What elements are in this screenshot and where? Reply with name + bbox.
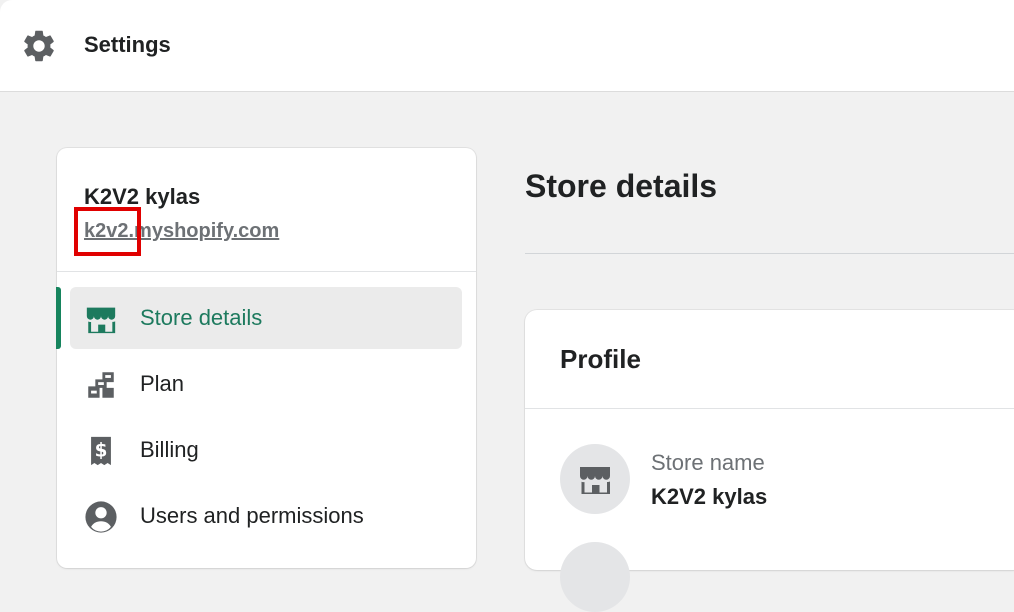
sidebar-item-label: Store details [140, 305, 263, 330]
settings-sidebar: K2V2 kylas k2v2.myshopify.com Store deta… [56, 148, 476, 568]
active-nav-indicator [56, 287, 61, 349]
sidebar-item-plan[interactable]: Plan [70, 353, 462, 415]
highlight-box [74, 207, 141, 256]
sidebar-item-billing[interactable]: $ Billing [70, 419, 462, 481]
store-name-value: K2V2 kylas [651, 484, 768, 509]
title-divider [525, 253, 1014, 254]
sidebar-item-users[interactable]: Users and permissions [70, 485, 462, 547]
store-icon [580, 467, 610, 494]
sidebar-item-label: Plan [140, 371, 185, 396]
profile-card: Profile Store name K2V2 kylas [525, 310, 1014, 612]
page-title: Store details [525, 168, 718, 204]
card-divider [525, 408, 1014, 409]
gear-icon [24, 30, 54, 62]
page-header-title: Settings [84, 32, 171, 57]
store-header: K2V2 kylas k2v2.myshopify.com [57, 148, 476, 272]
svg-text:$: $ [95, 441, 108, 462]
top-bar: Settings [0, 0, 1014, 92]
user-icon [85, 501, 117, 533]
store-icon [86, 307, 116, 334]
store-avatar [560, 444, 630, 514]
sidebar-item-label: Users and permissions [140, 503, 364, 528]
profile-card-title: Profile [560, 344, 641, 374]
store-name-label: Store name [651, 450, 765, 475]
sidebar-item-label: Billing [140, 437, 199, 462]
sidebar-item-store-details[interactable]: Store details [70, 287, 462, 349]
billing-icon: $ [91, 436, 111, 466]
plan-icon [88, 372, 114, 398]
